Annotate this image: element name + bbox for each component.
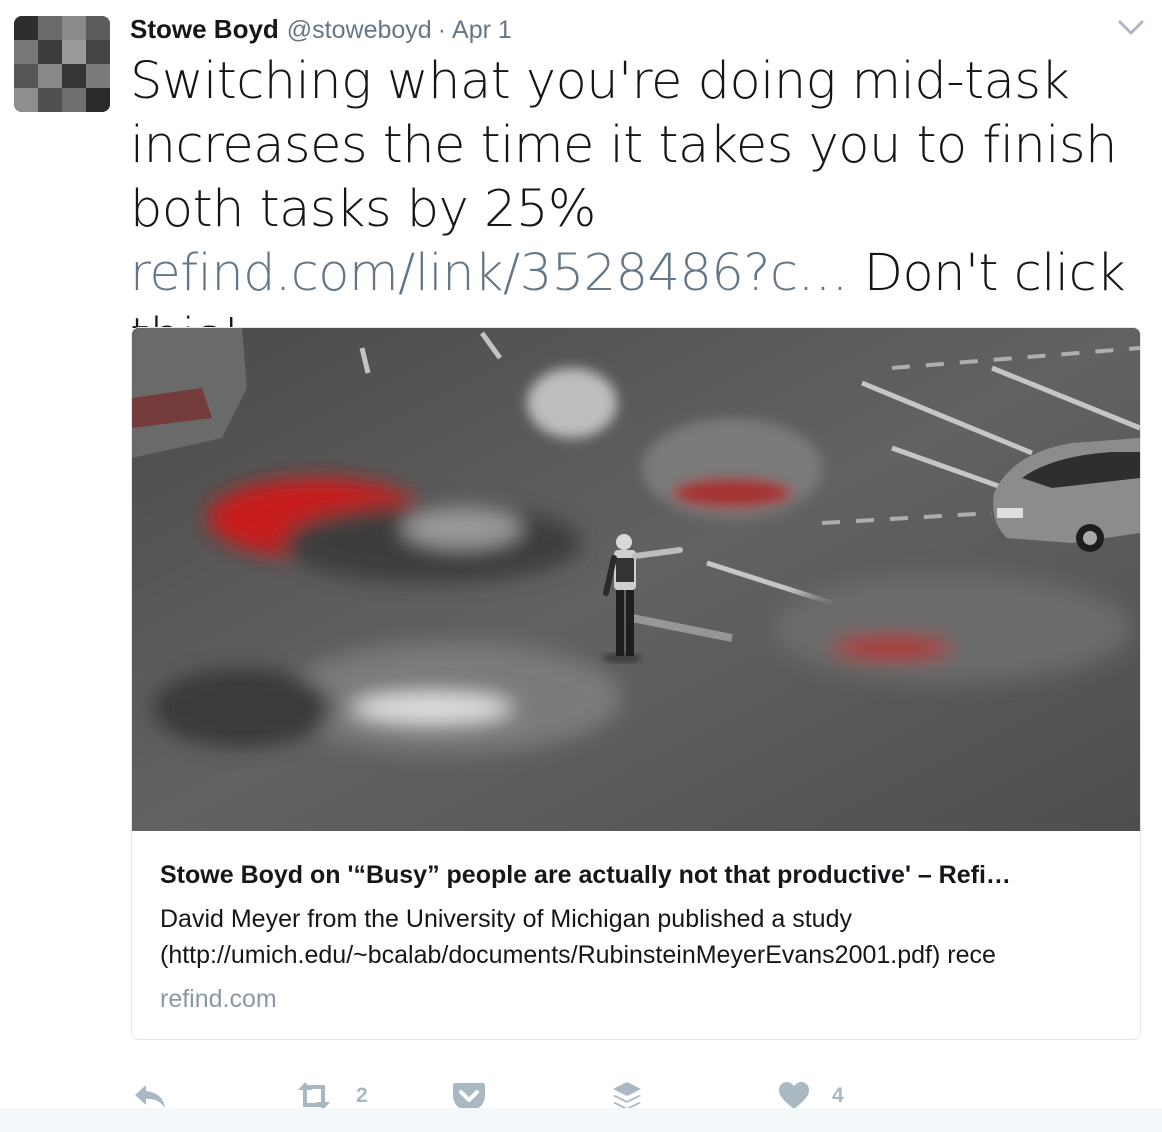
header-separator: · bbox=[437, 16, 447, 44]
tweet-text-main: Switching what you're doing mid-task inc… bbox=[130, 52, 1117, 239]
link-card[interactable]: Stowe Boyd on '“Busy” people are actuall… bbox=[131, 327, 1141, 1040]
card-description: David Meyer from the University of Michi… bbox=[160, 901, 1120, 973]
like-count: 4 bbox=[832, 1084, 844, 1107]
retweet-icon bbox=[294, 1081, 334, 1111]
author-name[interactable]: Stowe Boyd bbox=[130, 14, 279, 45]
retweet-count: 2 bbox=[356, 1084, 368, 1107]
tweet-header: Stowe Boyd @stoweboyd · Apr 1 bbox=[130, 14, 512, 48]
card-description-line: (http://umich.edu/~bcalab/documents/Rubi… bbox=[160, 941, 996, 969]
card-body: Stowe Boyd on '“Busy” people are actuall… bbox=[160, 858, 1120, 1016]
heart-icon bbox=[778, 1081, 810, 1111]
author-avatar[interactable] bbox=[14, 16, 110, 112]
tweet[interactable]: Stowe Boyd @stoweboyd · Apr 1 Switching … bbox=[0, 0, 1162, 1132]
tweet-footer-divider bbox=[0, 1108, 1162, 1132]
card-description-line: David Meyer from the University of Michi… bbox=[160, 905, 852, 933]
card-domain: refind.com bbox=[160, 985, 277, 1013]
more-options-chevron-down-icon[interactable] bbox=[1116, 16, 1146, 40]
tweet-date[interactable]: Apr 1 bbox=[452, 16, 512, 45]
card-image[interactable] bbox=[132, 328, 1140, 831]
reply-icon bbox=[132, 1081, 168, 1111]
tweet-text: Switching what you're doing mid-task inc… bbox=[130, 50, 1150, 370]
tweet-link[interactable]: refind.com/link/3528486?c… bbox=[130, 244, 848, 303]
author-handle[interactable]: @stoweboyd bbox=[287, 16, 432, 45]
card-title[interactable]: Stowe Boyd on '“Busy” people are actuall… bbox=[160, 858, 1120, 892]
